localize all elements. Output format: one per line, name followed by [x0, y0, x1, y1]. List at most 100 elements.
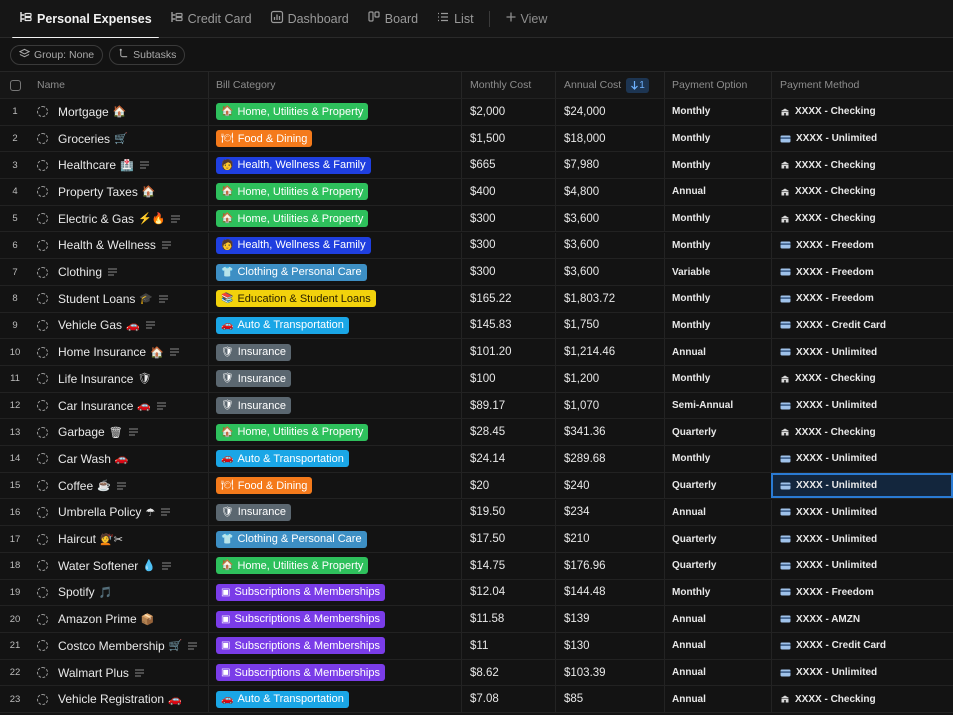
- category-cell[interactable]: 🛡 Insurance: [208, 499, 461, 526]
- status-circle-icon[interactable]: [37, 239, 48, 251]
- category-tag[interactable]: ▣ Subscriptions & Memberships: [216, 610, 385, 628]
- category-tag[interactable]: 🧑 Health, Wellness & Family: [216, 156, 371, 174]
- table-row[interactable]: 5 Electric & Gas ⚡🔥 🏠 Home, Utilities & Prop…: [0, 205, 953, 233]
- monthly-cost-cell[interactable]: $300: [461, 259, 555, 285]
- task-name[interactable]: Health & Wellness: [58, 238, 156, 252]
- category-cell[interactable]: 🛡 Insurance: [208, 366, 461, 392]
- annual-cost-cell[interactable]: $1,070: [555, 392, 664, 419]
- category-cell[interactable]: 🧑 Health, Wellness & Family: [208, 232, 461, 259]
- status-circle-icon[interactable]: [37, 346, 48, 358]
- task-name[interactable]: Umbrella Policy: [58, 505, 141, 519]
- annual-cost-cell[interactable]: $144.48: [555, 579, 664, 606]
- category-tag[interactable]: ▣ Subscriptions & Memberships: [216, 664, 385, 682]
- table-row[interactable]: 12 Car Insurance 🚗 🛡 Insurance $89.17 $1,070 Se…: [0, 392, 953, 420]
- category-tag[interactable]: 🛡 Insurance: [216, 503, 292, 521]
- monthly-cost-cell[interactable]: $24.14: [461, 446, 555, 472]
- monthly-cost-cell[interactable]: $165.22: [461, 285, 555, 312]
- payment-option-cell[interactable]: Annual: [664, 179, 771, 205]
- status-circle-icon[interactable]: [37, 319, 48, 331]
- status-circle-icon[interactable]: [37, 667, 48, 679]
- subtasks-button[interactable]: Subtasks: [109, 44, 186, 65]
- table-row[interactable]: 16 Umbrella Policy ☂ 🛡 Insurance $19.50 $234 An…: [0, 499, 953, 527]
- payment-method-cell[interactable]: XXXX - Checking: [771, 205, 953, 232]
- category-tag[interactable]: 🏠 Home, Utilities & Property: [216, 210, 369, 228]
- payment-method-cell[interactable]: XXXX - Unlimited: [771, 499, 953, 526]
- category-cell[interactable]: 🛡 Insurance: [208, 339, 461, 365]
- payment-method-cell[interactable]: XXXX - Unlimited: [771, 472, 953, 499]
- annual-cost-cell[interactable]: $289.68: [555, 446, 664, 472]
- status-circle-icon[interactable]: [37, 693, 48, 705]
- status-circle-icon[interactable]: [37, 133, 48, 145]
- column-header-payment-option[interactable]: Payment Option: [664, 72, 771, 98]
- payment-option-cell[interactable]: Monthly: [664, 446, 771, 472]
- table-row[interactable]: 14 Car Wash 🚗 🚗 Auto & Transportation $24.14 $…: [0, 446, 953, 473]
- payment-option-cell[interactable]: Semi-Annual: [664, 392, 771, 419]
- name-cell[interactable]: Spotify 🎵: [30, 580, 208, 606]
- payment-option-cell[interactable]: Monthly: [664, 99, 771, 125]
- task-name[interactable]: Property Taxes: [58, 185, 138, 199]
- payment-method-cell[interactable]: XXXX - Checking: [771, 419, 953, 446]
- payment-option-cell[interactable]: Quarterly: [664, 419, 771, 446]
- annual-cost-cell[interactable]: $3,600: [555, 232, 664, 259]
- monthly-cost-cell[interactable]: $12.04: [461, 579, 555, 606]
- task-name[interactable]: Spotify: [58, 585, 95, 599]
- select-all-cell[interactable]: [0, 72, 30, 98]
- payment-option-cell[interactable]: Annual: [664, 659, 771, 686]
- table-row[interactable]: 11 Life Insurance 🛡 🛡 Insurance $100 $1,200 Mon…: [0, 366, 953, 393]
- annual-cost-cell[interactable]: $210: [555, 526, 664, 552]
- payment-option-cell[interactable]: Monthly: [664, 125, 771, 152]
- category-cell[interactable]: 📚 Education & Student Loans: [208, 285, 461, 312]
- status-circle-icon[interactable]: [37, 480, 48, 492]
- tab-credit-card[interactable]: Credit Card: [161, 0, 261, 38]
- name-cell[interactable]: Clothing: [30, 259, 208, 285]
- monthly-cost-cell[interactable]: $11: [461, 633, 555, 659]
- payment-method-cell[interactable]: XXXX - Credit Card: [771, 633, 953, 659]
- annual-cost-cell[interactable]: $3,600: [555, 259, 664, 285]
- category-tag[interactable]: 🍽 Food & Dining: [216, 477, 313, 495]
- payment-method-cell[interactable]: XXXX - Unlimited: [771, 446, 953, 472]
- annual-cost-cell[interactable]: $234: [555, 499, 664, 526]
- name-cell[interactable]: Health & Wellness: [30, 233, 208, 259]
- column-header-annual-cost[interactable]: Annual Cost 1: [555, 72, 664, 98]
- name-cell[interactable]: Vehicle Gas 🚗: [30, 313, 208, 339]
- name-cell[interactable]: Garbage 🗑: [30, 419, 208, 445]
- table-row[interactable]: 7 Clothing 👕 Clothing & Personal Care $300 $3…: [0, 259, 953, 286]
- payment-option-cell[interactable]: Annual: [664, 633, 771, 659]
- annual-cost-cell[interactable]: $3,600: [555, 205, 664, 232]
- name-cell[interactable]: Electric & Gas ⚡🔥: [30, 206, 208, 232]
- monthly-cost-cell[interactable]: $300: [461, 205, 555, 232]
- status-circle-icon[interactable]: [37, 213, 48, 225]
- name-cell[interactable]: Healthcare 🏥: [30, 152, 208, 178]
- annual-cost-cell[interactable]: $139: [555, 606, 664, 632]
- status-circle-icon[interactable]: [37, 506, 48, 518]
- monthly-cost-cell[interactable]: $300: [461, 232, 555, 259]
- table-row[interactable]: 15 Coffee ☕ 🍽 Food & Dining $20 $240 Quarterly X…: [0, 472, 953, 500]
- tab-board[interactable]: Board: [358, 0, 427, 38]
- category-tag[interactable]: 🛡 Insurance: [216, 343, 292, 361]
- status-circle-icon[interactable]: [37, 400, 48, 412]
- monthly-cost-cell[interactable]: $17.50: [461, 526, 555, 552]
- payment-method-cell[interactable]: XXXX - Freedom: [771, 579, 953, 606]
- category-cell[interactable]: 🚗 Auto & Transportation: [208, 686, 461, 713]
- category-cell[interactable]: ▣ Subscriptions & Memberships: [208, 579, 461, 606]
- payment-method-cell[interactable]: XXXX - Unlimited: [771, 125, 953, 152]
- status-circle-icon[interactable]: [37, 586, 48, 598]
- annual-cost-cell[interactable]: $130: [555, 633, 664, 659]
- table-row[interactable]: 19 Spotify 🎵 ▣ Subscriptions & Memberships $1…: [0, 579, 953, 607]
- category-cell[interactable]: 🏠 Home, Utilities & Property: [208, 179, 461, 205]
- table-row[interactable]: 3 Healthcare 🏥 🧑 Health, Wellness & Family $6…: [0, 152, 953, 180]
- payment-method-cell[interactable]: XXXX - Unlimited: [771, 659, 953, 686]
- payment-method-cell[interactable]: XXXX - Freedom: [771, 259, 953, 285]
- task-name[interactable]: Mortgage: [58, 105, 109, 119]
- annual-cost-cell[interactable]: $1,200: [555, 366, 664, 392]
- table-row[interactable]: 2 Groceries 🛒 🍽 Food & Dining $1,500 $18,000 Mo…: [0, 125, 953, 153]
- category-cell[interactable]: ▣ Subscriptions & Memberships: [208, 659, 461, 686]
- payment-option-cell[interactable]: Variable: [664, 259, 771, 285]
- payment-option-cell[interactable]: Quarterly: [664, 472, 771, 499]
- payment-option-cell[interactable]: Annual: [664, 606, 771, 632]
- tab-personal-expenses[interactable]: Personal Expenses: [10, 0, 161, 39]
- name-cell[interactable]: Groceries 🛒: [30, 126, 208, 152]
- category-cell[interactable]: 🛡 Insurance: [208, 392, 461, 419]
- payment-option-cell[interactable]: Monthly: [664, 205, 771, 232]
- name-cell[interactable]: Car Wash 🚗: [30, 446, 208, 472]
